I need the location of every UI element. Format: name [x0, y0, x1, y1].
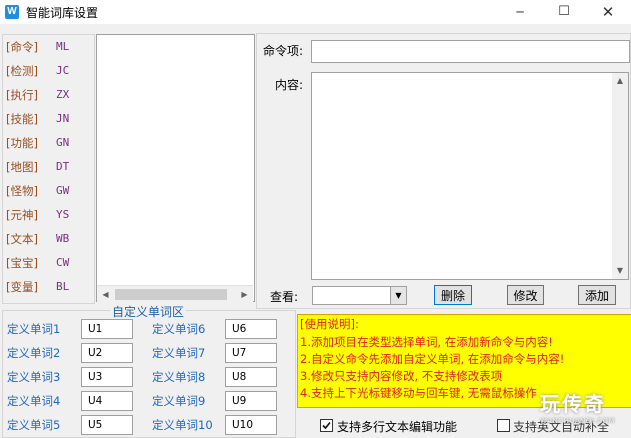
window-title: 智能词库设置 — [26, 6, 99, 20]
word-list-hscrollbar[interactable]: ◀ ▶ — [97, 285, 253, 303]
close-button[interactable]: ✕ — [586, 0, 630, 24]
custom-word-input[interactable]: U8 — [225, 367, 277, 387]
add-button[interactable]: 添加 — [578, 285, 616, 305]
custom-word-input[interactable]: U1 — [81, 319, 133, 339]
delete-button[interactable]: 删除 — [434, 285, 472, 305]
scroll-left-icon[interactable]: ◀ — [97, 286, 114, 303]
autocomplete-checkbox[interactable] — [497, 419, 510, 432]
category-label: [地图] — [6, 160, 38, 174]
custom-word-label: 定义单词7 — [152, 346, 206, 360]
custom-word-label: 定义单词2 — [7, 346, 61, 360]
custom-word-label: 定义单词3 — [7, 370, 61, 384]
category-code: DT — [56, 160, 70, 173]
content-vscrollbar[interactable]: ▲ ▼ — [612, 72, 629, 280]
category-code: WB — [56, 232, 70, 245]
custom-word-input[interactable]: U4 — [81, 391, 133, 411]
usage-title: [使用说明]: — [300, 317, 359, 331]
category-label: [宝宝] — [6, 256, 38, 270]
category-item[interactable]: [地图] DT — [6, 157, 86, 177]
content-label: 内容: — [275, 78, 304, 92]
command-label: 命令项: — [263, 44, 304, 58]
custom-word-input[interactable]: U2 — [81, 343, 133, 363]
category-item[interactable]: [命令] ML — [6, 37, 86, 57]
category-item[interactable]: [检测] JC — [6, 61, 86, 81]
word-listbox[interactable] — [96, 34, 255, 302]
category-label: [命令] — [6, 40, 38, 54]
minimize-button[interactable]: ─ — [498, 0, 542, 24]
category-label: [元神] — [6, 208, 38, 222]
modify-button[interactable]: 修改 — [507, 285, 544, 305]
scroll-down-icon[interactable]: ▼ — [612, 263, 628, 279]
usage-line: 2.自定义命令先添加自定义单词, 在添加命令与内容! — [300, 352, 565, 366]
watermark-url: WANCHUANQI.COM — [540, 417, 616, 425]
category-item[interactable]: [技能] JN — [6, 109, 86, 129]
custom-word-label: 定义单词8 — [152, 370, 206, 384]
category-label: [检测] — [6, 64, 38, 78]
multiline-label: 支持多行文本编辑功能 — [337, 420, 458, 434]
custom-word-input[interactable]: U10 — [225, 415, 277, 435]
category-item[interactable]: [功能] GN — [6, 133, 86, 153]
category-label: [变量] — [6, 280, 38, 294]
usage-line: 1.添加项目在类型选择单词, 在添加新命令与内容! — [300, 335, 553, 349]
category-code: YS — [56, 208, 70, 221]
category-code: GN — [56, 136, 70, 149]
maximize-button[interactable]: ☐ — [542, 0, 586, 24]
custom-word-input[interactable]: U3 — [81, 367, 133, 387]
custom-word-label: 定义单词4 — [7, 394, 61, 408]
category-code: GW — [56, 184, 70, 197]
custom-word-label: 定义单词5 — [7, 418, 61, 432]
watermark-brand: 玩传奇 — [540, 392, 606, 416]
scroll-thumb[interactable] — [115, 289, 227, 300]
category-code: ZX — [56, 88, 70, 101]
category-label: [技能] — [6, 112, 38, 126]
custom-word-input[interactable]: U7 — [225, 343, 277, 363]
watermark-logo: 玩传奇 WANCHUANQI.COM — [540, 388, 615, 425]
category-label: [功能] — [6, 136, 38, 150]
category-label: [执行] — [6, 88, 38, 102]
app-icon: W — [5, 5, 19, 19]
command-input[interactable] — [311, 40, 630, 63]
custom-word-legend: 自定义单词区 — [110, 303, 187, 320]
category-item[interactable]: [宝宝] CW — [6, 253, 86, 273]
category-item[interactable]: [文本] WB — [6, 229, 86, 249]
category-code: CW — [56, 256, 70, 269]
custom-word-input[interactable]: U6 — [225, 319, 277, 339]
category-label: [怪物] — [6, 184, 38, 198]
chevron-down-icon[interactable]: ▼ — [390, 287, 406, 304]
category-code: ML — [56, 40, 70, 53]
category-item[interactable]: [执行] ZX — [6, 85, 86, 105]
view-label: 查看: — [270, 290, 299, 304]
check-icon — [322, 421, 331, 430]
usage-line: 3.修改只支持内容修改, 不支持修改表项 — [300, 369, 503, 383]
category-item[interactable]: [元神] YS — [6, 205, 86, 225]
content-textarea[interactable] — [311, 72, 613, 280]
multiline-checkbox[interactable] — [320, 419, 333, 432]
scroll-right-icon[interactable]: ▶ — [236, 286, 253, 303]
custom-word-label: 定义单词9 — [152, 394, 206, 408]
custom-word-input[interactable]: U5 — [81, 415, 133, 435]
category-item[interactable]: [怪物] GW — [6, 181, 86, 201]
custom-word-label: 定义单词6 — [152, 322, 206, 336]
custom-word-label: 定义单词10 — [152, 418, 213, 432]
scroll-up-icon[interactable]: ▲ — [612, 73, 628, 89]
custom-word-input[interactable]: U9 — [225, 391, 277, 411]
usage-line: 4.支持上下光标键移动与回车键, 无需鼠标操作 — [300, 386, 537, 400]
category-item[interactable]: [变量] BL — [6, 277, 86, 297]
category-code: JC — [56, 64, 70, 77]
custom-word-label: 定义单词1 — [7, 322, 61, 336]
category-code: JN — [56, 112, 70, 125]
category-label: [文本] — [6, 232, 38, 246]
category-code: BL — [56, 280, 70, 293]
view-select[interactable]: ▼ — [312, 286, 407, 305]
